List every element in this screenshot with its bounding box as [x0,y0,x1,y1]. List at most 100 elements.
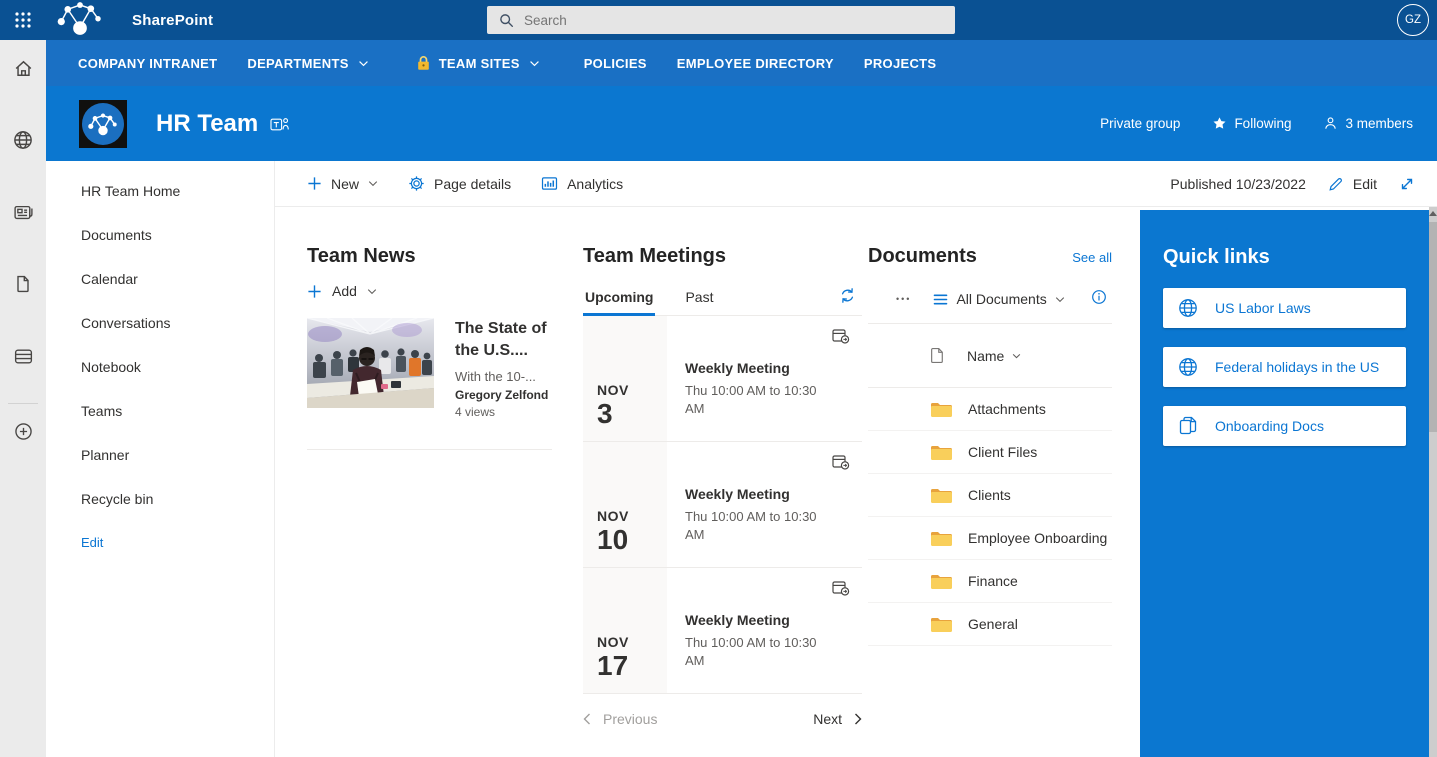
sidebar-item-documents[interactable]: Documents [46,213,274,257]
meeting-title[interactable]: Weekly Meeting [685,486,837,502]
page-scrollbar[interactable] [1429,207,1437,757]
hubnav-policies[interactable]: POLICIES [584,56,647,71]
meeting-title[interactable]: Weekly Meeting [685,612,837,628]
hubnav-team-sites[interactable]: TEAM SITES [417,55,540,71]
microsoft-teams-icon[interactable] [270,116,290,137]
folder-row[interactable]: Clients [868,474,1112,517]
hubnav-label: TEAM SITES [439,56,520,71]
sidebar-item-teams[interactable]: Teams [46,389,274,433]
expand-icon[interactable] [1399,176,1415,192]
analytics-label: Analytics [567,176,623,192]
news-article-excerpt: With the 10-... [455,369,552,384]
following-button[interactable]: Following [1212,116,1291,131]
news-divider [307,449,552,450]
nav-edit-link[interactable]: Edit [46,521,274,565]
folder-row[interactable]: Employee Onboarding [868,517,1112,560]
folder-row[interactable]: General [868,603,1112,646]
chevron-down-icon [358,60,369,67]
site-logo[interactable] [79,100,127,148]
scrollbar-thumb[interactable] [1429,222,1437,432]
folder-icon [930,444,952,461]
news-article-card[interactable]: The State of the U.S.... With the 10-...… [307,318,552,419]
folder-icon [930,530,952,547]
folder-icon [930,487,952,504]
meeting-body: Weekly Meeting Thu 10:00 AM to 10:30 AM [667,442,837,567]
chevron-down-icon [367,288,377,295]
meetings-tabs: Upcoming Past [583,281,862,316]
meeting-row[interactable]: NOV 10 Weekly Meeting Thu 10:00 AM to 10… [583,442,862,568]
quick-link-onboarding-docs[interactable]: Onboarding Docs [1163,406,1406,446]
name-column-header[interactable]: Name [967,348,1021,364]
quick-link-federal-holidays[interactable]: Federal holidays in the US [1163,347,1406,387]
app-name: SharePoint [132,12,213,29]
edit-page-button[interactable]: Edit [1328,176,1377,192]
add-news-button[interactable]: Add [307,283,552,299]
database-icon[interactable] [0,333,46,379]
meeting-row[interactable]: NOV 17 Weekly Meeting Thu 10:00 AM to 10… [583,568,862,694]
folder-row[interactable]: Client Files [868,431,1112,474]
add-to-calendar-icon[interactable] [832,328,850,349]
meeting-title[interactable]: Weekly Meeting [685,360,837,376]
sidebar-item-calendar[interactable]: Calendar [46,257,274,301]
chevron-down-icon [368,180,378,187]
document-icon[interactable] [0,261,46,307]
analytics-button[interactable]: Analytics [541,175,623,192]
news-article-author: Gregory Zelfond [455,388,552,402]
news-article-text: The State of the U.S.... With the 10-...… [455,318,552,419]
quick-links-heading: Quick links [1163,246,1429,269]
user-avatar[interactable]: GZ [1397,4,1429,36]
see-all-link[interactable]: See all [1072,250,1112,265]
add-to-calendar-icon[interactable] [832,454,850,475]
view-selector[interactable]: All Documents [933,291,1064,307]
meeting-row[interactable]: NOV 3 Weekly Meeting Thu 10:00 AM to 10:… [583,316,862,442]
sharepoint-network-logo-icon[interactable] [56,0,104,41]
hub-navigation: COMPANY INTRANET DEPARTMENTS TEAM SITES … [46,40,1437,86]
hubnav-departments[interactable]: DEPARTMENTS [247,56,368,71]
sidebar-item-recycle-bin[interactable]: Recycle bin [46,477,274,521]
quick-links-webpart: Quick links US Labor Laws Federal holida… [1140,210,1429,757]
name-column-label: Name [967,348,1004,364]
plus-icon [307,176,322,191]
home-icon[interactable] [0,45,46,91]
globe-icon[interactable] [0,117,46,163]
next-button[interactable]: Next [813,711,862,727]
hubnav-employee-directory[interactable]: EMPLOYEE DIRECTORY [677,56,834,71]
news-icon[interactable] [0,189,46,235]
tab-past[interactable]: Past [683,281,715,315]
meeting-time: Thu 10:00 AM to 10:30 AM [685,508,837,544]
refresh-icon[interactable] [839,287,856,309]
folder-row[interactable]: Finance [868,560,1112,603]
info-icon[interactable] [1091,289,1107,310]
hubnav-projects[interactable]: PROJECTS [864,56,936,71]
meeting-day: 3 [597,398,667,430]
add-circle-icon[interactable] [0,408,46,454]
sidebar-item-notebook[interactable]: Notebook [46,345,274,389]
add-to-calendar-icon[interactable] [832,580,850,601]
sidebar-item-planner[interactable]: Planner [46,433,274,477]
previous-button[interactable]: Previous [583,711,657,727]
search-input[interactable] [524,13,904,28]
following-text: Following [1234,116,1291,131]
hubnav-company-intranet[interactable]: COMPANY INTRANET [78,56,217,71]
tab-upcoming[interactable]: Upcoming [583,281,655,315]
sidebar-item-conversations[interactable]: Conversations [46,301,274,345]
news-article-title[interactable]: The State of the U.S.... [455,318,552,362]
meeting-date: NOV 17 [583,568,667,693]
members-button[interactable]: 3 members [1323,116,1413,131]
search-box[interactable] [487,6,955,34]
new-button[interactable]: New [307,176,378,192]
app-launcher-waffle-icon[interactable] [0,0,46,40]
folder-row[interactable]: Attachments [868,388,1112,431]
more-options-icon[interactable]: ••• [896,294,911,304]
left-app-rail [0,40,46,757]
quick-link-us-labor-laws[interactable]: US Labor Laws [1163,288,1406,328]
site-title: HR Team [156,110,258,138]
meeting-body: Weekly Meeting Thu 10:00 AM to 10:30 AM [667,316,837,441]
scroll-up-arrow-icon[interactable] [1429,211,1437,216]
site-navigation: HR Team Home Documents Calendar Conversa… [46,161,275,757]
file-icon [930,347,945,364]
folder-icon [930,616,952,633]
plus-icon [307,284,322,299]
page-details-button[interactable]: Page details [408,175,511,192]
sidebar-item-hr-team-home[interactable]: HR Team Home [46,169,274,213]
